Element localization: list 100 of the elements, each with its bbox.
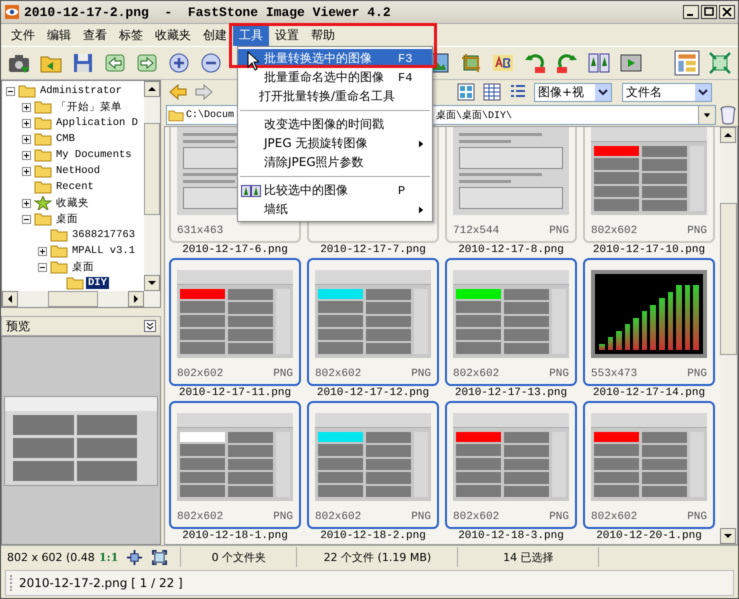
panel-title: 预览 [6, 318, 30, 334]
tree-item[interactable]: NetHood [54, 165, 102, 177]
scrollbar[interactable] [2, 291, 160, 307]
zoom-out-icon[interactable] [199, 51, 223, 75]
tree-item[interactable]: CMB [54, 133, 77, 145]
tree-item[interactable]: My Documents [54, 149, 134, 161]
tree-item[interactable]: 桌面 [54, 212, 80, 226]
forward-arrow-icon[interactable] [194, 82, 214, 102]
minimize-icon[interactable] [683, 5, 699, 19]
scroll-up-icon[interactable] [148, 85, 156, 93]
tree-item[interactable]: Recent [54, 181, 96, 193]
file-format: PNG [687, 225, 707, 237]
tree-item[interactable]: Application D [54, 117, 140, 129]
zoom-button[interactable]: 1:1 [95, 550, 122, 564]
folder-icon [34, 132, 52, 146]
rotate-right-icon[interactable] [555, 51, 579, 75]
scrollbar[interactable] [720, 127, 737, 544]
trees-icon[interactable] [587, 51, 611, 75]
collapse-icon[interactable] [6, 86, 14, 96]
expand-icon[interactable] [22, 150, 30, 160]
thumbnail-card[interactable]: 802x602 PNG [445, 401, 577, 529]
eye-icon [4, 4, 20, 20]
tree-item[interactable]: 收藏夹 [54, 196, 91, 210]
file-name: 2010-12-17-8.png [458, 244, 564, 258]
selection-count: 14 已选择 [457, 547, 598, 567]
submenu-arrow-icon [419, 140, 424, 148]
collapse-icon[interactable] [144, 320, 156, 332]
thumbnail-card[interactable]: 802x602 PNG [169, 401, 301, 529]
menu-item[interactable]: 标签 [113, 24, 149, 46]
scroll-up-icon[interactable] [724, 131, 732, 139]
scroll-down-icon[interactable] [148, 279, 156, 287]
file-name: 2010-12-18-1.png [182, 530, 288, 544]
tree-item[interactable]: DIY [86, 277, 109, 289]
menu-item[interactable]: 工具 [233, 24, 269, 46]
star-icon [34, 196, 52, 210]
thumbnail-card[interactable]: 802x602 PNG [307, 401, 439, 529]
zoom-in-icon[interactable] [167, 51, 191, 75]
folder-icon [168, 108, 184, 122]
save-icon[interactable] [71, 51, 95, 75]
file-name: 2010-12-17-11.png [178, 387, 292, 401]
sort-dropdown[interactable]: 文件名 [622, 82, 712, 102]
menu-item[interactable]: 查看 [77, 24, 113, 46]
fit-icon[interactable] [127, 550, 142, 564]
menu-item[interactable]: 创建 [197, 24, 233, 46]
menu-item[interactable]: 批量重命名选中的图像 F4 [238, 68, 432, 87]
scrollbar[interactable] [144, 81, 160, 291]
collapse-icon[interactable] [38, 262, 46, 272]
close-icon[interactable] [719, 5, 735, 19]
trash-icon[interactable] [720, 105, 736, 125]
rotate-left-icon[interactable] [523, 51, 547, 75]
thumbnail-card[interactable]: 802x602 PNG [583, 401, 715, 529]
tree-item[interactable]: Administrator [38, 85, 124, 97]
trees-icon [241, 184, 261, 196]
collapse-icon[interactable] [22, 214, 30, 224]
expand-icon[interactable] [38, 246, 46, 256]
grid-view-icon[interactable] [482, 82, 502, 102]
back-arrow-icon[interactable] [168, 82, 188, 102]
thumbnail-card[interactable]: 802x602 PNG [307, 258, 439, 386]
expand-icon[interactable] [22, 198, 30, 208]
image-dimensions: 802x602 [177, 511, 224, 523]
expand-icon[interactable] [22, 166, 30, 176]
image-dimensions: 802x602 [315, 511, 362, 523]
expand-icon[interactable] [22, 118, 30, 128]
scroll-left-icon[interactable] [6, 295, 14, 303]
layout-icon[interactable] [674, 50, 700, 76]
image-dimensions: 802x602 [453, 511, 500, 523]
crop-icon[interactable] [459, 51, 483, 75]
thumbnail-card[interactable]: 802x602 PNG [169, 258, 301, 386]
file-name: 2010-12-17-6.png [182, 244, 288, 258]
scroll-down-icon[interactable] [724, 532, 732, 540]
file-format: PNG [549, 225, 569, 237]
caret-icon [598, 87, 608, 97]
tree-item[interactable]: MPALL v3.1 [70, 245, 138, 257]
file-name: 2010-12-17-13.png [454, 387, 568, 401]
menu-item[interactable]: 设置 [269, 24, 305, 46]
thumbnail-card[interactable]: 802x602 PNG [445, 258, 577, 386]
thumbnails-view-icon[interactable] [456, 82, 476, 102]
expand-icon[interactable] [22, 134, 30, 144]
menu-item[interactable]: 编辑 [41, 24, 77, 46]
file-format: PNG [273, 368, 293, 380]
tree-item[interactable]: 「开始」菜单 [54, 100, 124, 114]
file-name: 2010-12-18-2.png [320, 530, 426, 544]
maximize-icon[interactable] [701, 5, 717, 19]
tree-item[interactable]: 3688217763 [70, 229, 138, 241]
tree-item[interactable]: 桌面 [70, 260, 96, 274]
file-format: PNG [687, 368, 707, 380]
scroll-right-icon[interactable] [132, 295, 140, 303]
menu-item[interactable]: 帮助 [305, 24, 341, 46]
menu-item[interactable]: 收藏夹 [149, 24, 197, 46]
menu-item[interactable]: 打开批量转换/重命名工具 [238, 87, 432, 106]
thumbnail-card[interactable]: 553x473 PNG [583, 258, 715, 386]
thumbnail-card[interactable]: 802x602 PNG [583, 127, 715, 243]
file-type-dropdown[interactable]: 图像+视 [534, 82, 612, 102]
image-dimensions: 712x544 [453, 225, 500, 237]
thumbnail-card[interactable]: 712x544 PNG [445, 127, 577, 243]
file-name: 2010-12-17-12.png [316, 387, 430, 401]
menu-item[interactable]: 文件 [5, 24, 41, 46]
expand-icon[interactable] [22, 102, 30, 112]
fullscreen-icon[interactable] [152, 550, 168, 564]
caret-icon[interactable] [703, 111, 711, 119]
